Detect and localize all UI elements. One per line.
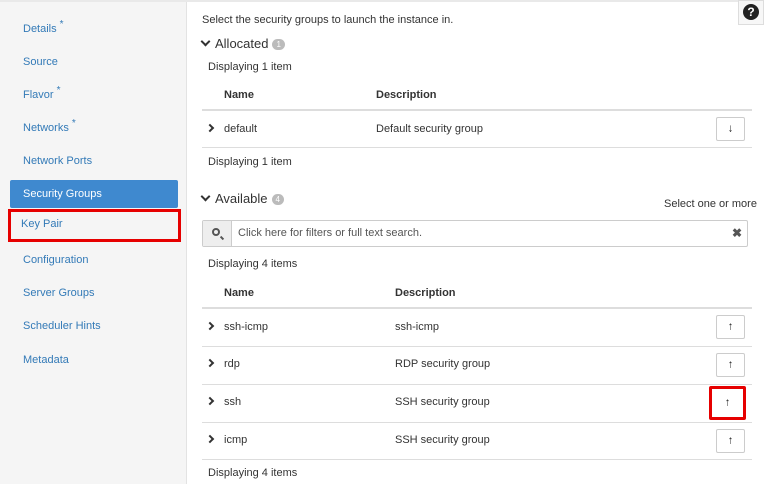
expand-row-icon[interactable]	[205, 396, 215, 406]
allocated-title: Allocated	[215, 36, 269, 51]
nav-source-label: Source	[23, 56, 58, 68]
nav-key-pair[interactable]: Key Pair	[8, 209, 181, 242]
allocate-button[interactable]: ↑	[716, 353, 745, 377]
expand-row-icon[interactable]	[205, 321, 215, 331]
divider	[202, 422, 752, 423]
divider	[202, 109, 752, 111]
search-addon	[203, 221, 232, 246]
available-header-description[interactable]: Description	[395, 287, 456, 299]
intro-text: Select the security groups to launch the…	[202, 14, 454, 26]
allocated-displaying-top: Displaying 1 item	[208, 61, 292, 73]
nav-details[interactable]: Details *	[10, 15, 178, 43]
chevron-down-icon	[200, 36, 211, 47]
deallocate-button[interactable]: ↓	[716, 117, 745, 141]
help-icon: ?	[743, 4, 759, 20]
expand-row-icon[interactable]	[205, 358, 215, 368]
available-row-description: ssh-icmp	[395, 321, 440, 333]
nav-metadata[interactable]: Metadata	[10, 346, 178, 374]
nav-key-pair-label: Key Pair	[21, 218, 63, 230]
allocated-header-description[interactable]: Description	[376, 89, 437, 101]
nav-networks-label: Networks	[23, 122, 69, 134]
allocate-button[interactable]: ↑	[709, 386, 746, 420]
chevron-down-icon	[200, 191, 211, 202]
available-title: Available	[215, 191, 268, 206]
nav-scheduler-hints-label: Scheduler Hints	[23, 320, 101, 332]
available-row-name: ssh-icmp	[224, 321, 269, 333]
expand-row-icon[interactable]	[205, 123, 215, 133]
expand-row-icon[interactable]	[205, 434, 215, 444]
available-row-name: icmp	[224, 434, 248, 446]
wizard-sidebar: Details * Source Flavor * Networks * Networ…	[0, 2, 187, 484]
nav-configuration[interactable]: Configuration	[10, 246, 178, 274]
allocated-toggle[interactable]: Allocated 1	[200, 36, 285, 51]
nav-metadata-label: Metadata	[23, 354, 69, 366]
available-row-description: SSH security group	[395, 396, 490, 408]
allocate-button[interactable]: ↑	[716, 429, 745, 453]
allocated-row-description: Default security group	[376, 123, 483, 135]
divider	[202, 346, 752, 347]
nav-network-ports-label: Network Ports	[23, 155, 93, 167]
required-marker: *	[56, 85, 61, 96]
nav-flavor[interactable]: Flavor *	[10, 81, 178, 109]
arrow-up-icon: ↑	[724, 396, 731, 409]
divider	[202, 147, 752, 148]
available-count-badge: 4	[271, 194, 284, 205]
search-input[interactable]: Click here for filters or full text sear…	[238, 227, 422, 239]
search-bar[interactable]: Click here for filters or full text sear…	[202, 220, 748, 247]
nav-security-groups[interactable]: Security Groups	[10, 180, 178, 208]
clear-icon[interactable]: ✖	[732, 226, 742, 240]
available-displaying-bottom: Displaying 4 items	[208, 467, 298, 479]
allocate-button[interactable]: ↑	[716, 315, 745, 339]
divider	[202, 307, 752, 309]
available-header-name[interactable]: Name	[224, 287, 254, 299]
available-displaying-top: Displaying 4 items	[208, 258, 298, 270]
allocated-displaying-bottom: Displaying 1 item	[208, 156, 292, 168]
divider	[202, 459, 752, 460]
help-button[interactable]: ?	[738, 0, 764, 25]
required-marker: *	[59, 19, 64, 30]
divider	[202, 384, 752, 385]
available-row-description: SSH security group	[395, 434, 490, 446]
allocated-row-name: default	[224, 123, 258, 135]
allocated-count-badge: 1	[272, 39, 285, 50]
arrow-up-icon: ↑	[727, 320, 734, 333]
nav-details-label: Details	[23, 23, 57, 35]
nav-server-groups[interactable]: Server Groups	[10, 279, 178, 307]
search-icon	[212, 228, 220, 236]
arrow-up-icon: ↑	[727, 358, 734, 371]
nav-configuration-label: Configuration	[23, 254, 89, 266]
nav-server-groups-label: Server Groups	[23, 287, 95, 299]
available-row-name: ssh	[224, 396, 242, 408]
nav-scheduler-hints[interactable]: Scheduler Hints	[10, 312, 178, 340]
arrow-down-icon: ↓	[727, 122, 734, 135]
nav-flavor-label: Flavor	[23, 89, 54, 101]
available-row-name: rdp	[224, 358, 240, 370]
nav-networks[interactable]: Networks *	[10, 114, 178, 142]
required-marker: *	[71, 118, 76, 129]
select-hint: Select one or more	[664, 198, 757, 210]
nav-source[interactable]: Source	[10, 48, 178, 76]
arrow-up-icon: ↑	[727, 434, 734, 447]
allocated-header-name[interactable]: Name	[224, 89, 254, 101]
available-toggle[interactable]: Available 4	[200, 191, 284, 206]
available-row-description: RDP security group	[395, 358, 491, 370]
nav-network-ports[interactable]: Network Ports	[10, 147, 178, 175]
nav-security-groups-label: Security Groups	[23, 188, 102, 200]
